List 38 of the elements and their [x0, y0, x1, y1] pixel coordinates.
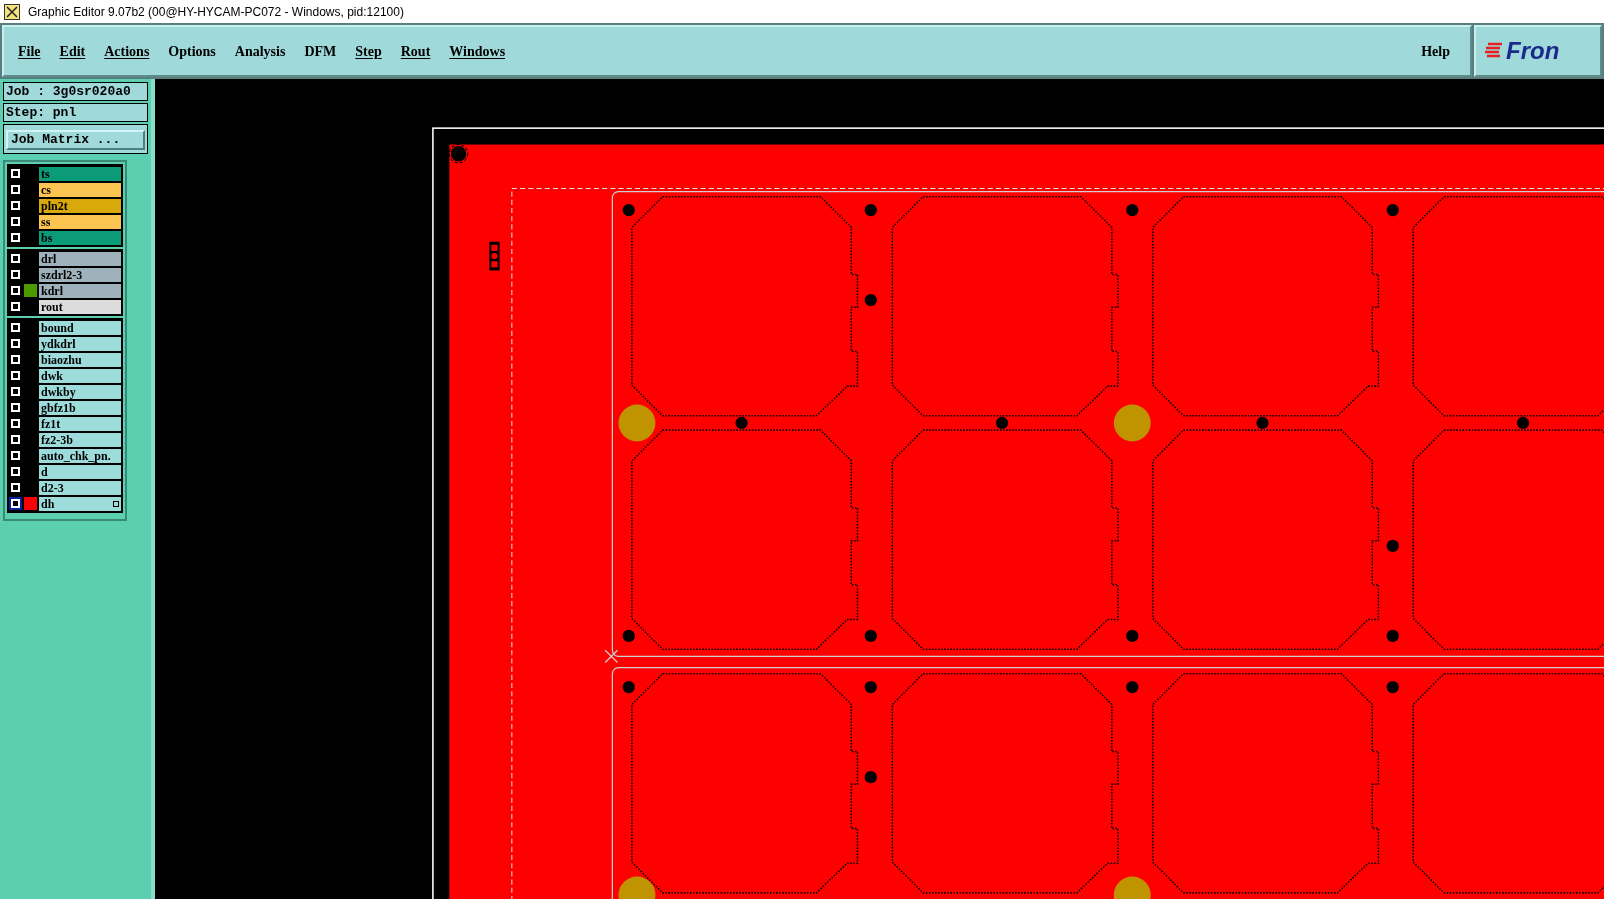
layer-name[interactable]: d — [39, 464, 121, 479]
layer-name[interactable]: ss — [39, 214, 121, 229]
app-icon — [4, 3, 20, 20]
menu-item[interactable]: Analysis — [228, 40, 292, 62]
layer-name[interactable]: kdrl — [39, 283, 121, 298]
layer-name[interactable]: fz1t — [39, 416, 121, 431]
layer-name[interactable]: auto_chk_pn. — [39, 448, 121, 463]
layer-name[interactable]: fz2-3b — [39, 432, 121, 447]
menu-item[interactable]: DFM — [298, 40, 343, 62]
menu-item[interactable]: Edit — [53, 40, 92, 62]
layer-name[interactable]: bound — [39, 320, 121, 335]
step-label: Step: pnl — [3, 103, 148, 122]
layer-name[interactable]: d2-3 — [39, 480, 121, 495]
menu-item[interactable]: File — [12, 40, 47, 62]
logo-text: Fron — [1506, 39, 1560, 63]
menu-item[interactable]: Step — [349, 40, 388, 62]
layer-name[interactable]: gbfz1b — [39, 400, 121, 415]
job-matrix-button[interactable]: Job Matrix ... — [6, 130, 145, 150]
help-menu[interactable]: Help — [1409, 40, 1462, 62]
window-title: Graphic Editor 9.07b2 (00@HY-HYCAM-PC072 - Windows, pid:12100) — [28, 3, 404, 21]
expand-icon — [113, 500, 119, 507]
layer-name[interactable]: drl — [39, 251, 121, 266]
layer-name[interactable]: ts — [39, 166, 121, 181]
layer-name[interactable]: pln2t — [39, 198, 121, 213]
layer-name[interactable]: szdrl2-3 — [39, 267, 121, 282]
layer-name[interactable]: dwk — [39, 368, 121, 383]
layer-name[interactable]: dwkby — [39, 384, 121, 399]
menu-item[interactable]: Rout — [394, 40, 437, 62]
layer-name[interactable]: cs — [39, 182, 121, 197]
job-label: Job : 3g0sr020a0 — [3, 82, 148, 101]
layer-name[interactable]: biaozhu — [39, 352, 121, 367]
menu-item[interactable]: Windows — [443, 40, 512, 62]
layer-name[interactable]: rout — [39, 299, 121, 314]
layer-name[interactable]: bs — [39, 230, 121, 245]
layer-name[interactable]: ydkdrl — [39, 336, 121, 351]
menu-item[interactable]: Options — [162, 40, 222, 62]
menu-item[interactable]: Actions — [98, 40, 156, 62]
layer-name[interactable]: dh — [39, 496, 121, 511]
